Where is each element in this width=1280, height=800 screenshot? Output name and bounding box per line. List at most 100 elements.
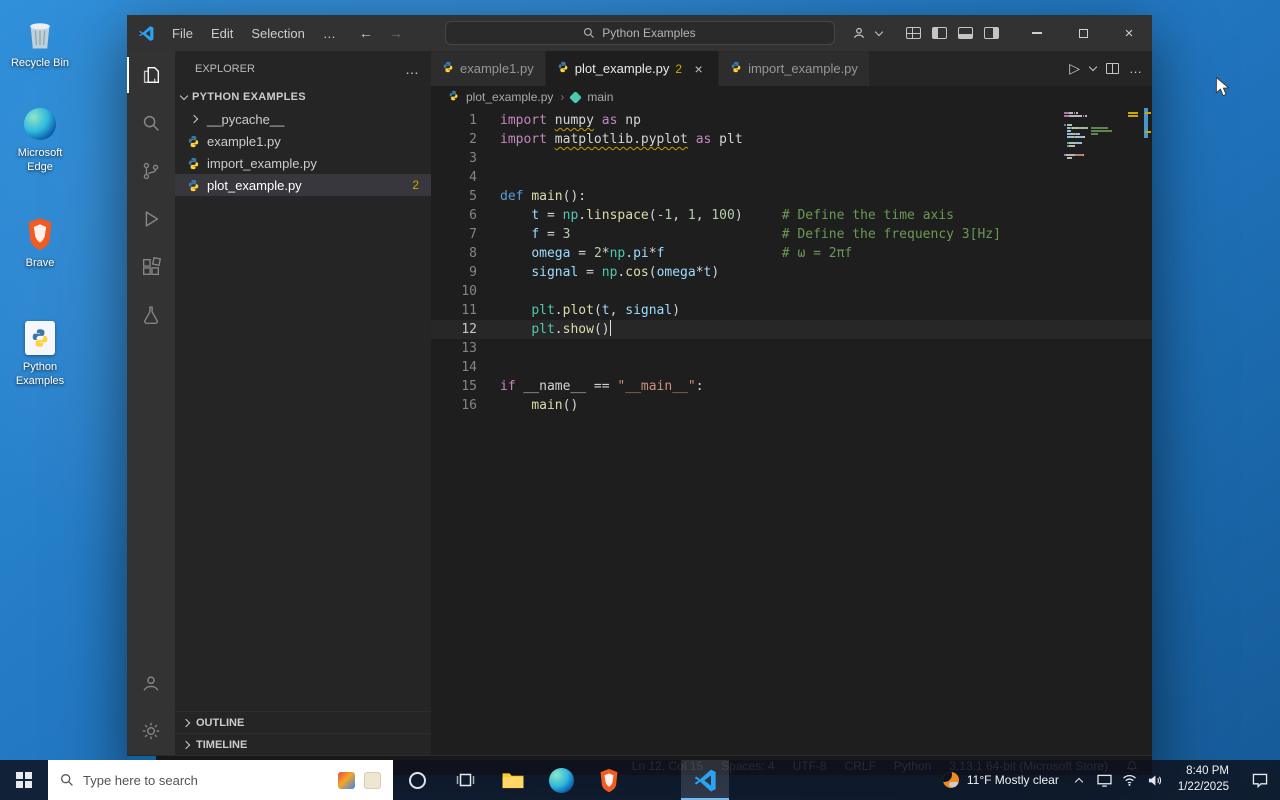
vscode-window: File Edit Selection … ← → Python Example… (127, 15, 1152, 775)
code-line-11[interactable]: 11 plt.plot(t, signal) (431, 301, 1152, 320)
code-line-6[interactable]: 6 t = np.linspace(-1, 1, 100) # Define t… (431, 206, 1152, 225)
editor-more-actions-button[interactable]: … (1129, 61, 1142, 76)
layout-grid-button[interactable] (900, 20, 926, 46)
code-line-14[interactable]: 14 (431, 358, 1152, 377)
explorer-actions-button[interactable]: … (405, 61, 419, 77)
breadcrumb-separator: › (560, 90, 565, 104)
code-line-4[interactable]: 4 (431, 168, 1152, 187)
toggle-panel-button[interactable] (952, 20, 978, 46)
toggle-sidebar-left-button[interactable] (926, 20, 952, 46)
taskbar-search[interactable]: Type here to search (48, 760, 393, 800)
minimap-line (1064, 154, 1138, 156)
overview-ruler[interactable] (1139, 108, 1152, 755)
minimap-line (1064, 151, 1138, 153)
split-editor-button[interactable] (1106, 63, 1119, 74)
tree-item-plot-example[interactable]: plot_example.py 2 (175, 174, 431, 196)
code-line-8[interactable]: 8 omega = 2*np.pi*f # ω = 2πf (431, 244, 1152, 263)
source-control-icon[interactable] (127, 147, 175, 195)
weather-widget[interactable]: 11°F Mostly clear (935, 760, 1067, 800)
code-line-13[interactable]: 13 (431, 339, 1152, 358)
vscode-logo-icon (138, 25, 155, 42)
editor-body[interactable]: 1 import numpy as np 2 import matplotlib.py… (431, 108, 1152, 755)
desktop-icon-brave[interactable]: Brave (4, 216, 76, 271)
timeline-panel-header[interactable]: TIMELINE (175, 733, 431, 755)
clock[interactable]: 8:40 PM 1/22/2025 (1167, 760, 1240, 800)
tree-item-example1[interactable]: example1.py (175, 130, 431, 152)
testing-icon[interactable] (127, 291, 175, 339)
code-lines[interactable]: 1 import numpy as np 2 import matplotlib.py… (431, 108, 1152, 755)
minimize-button[interactable] (1014, 15, 1060, 51)
tab-plot-example[interactable]: plot_example.py 2 × (545, 51, 720, 86)
menu-edit[interactable]: Edit (202, 15, 242, 51)
line-content: if __name__ == "__main__": (500, 379, 704, 394)
search-highlight-icon[interactable] (338, 771, 355, 789)
brave-icon (22, 216, 58, 252)
hidden-icons-button[interactable] (1067, 760, 1092, 800)
search-highlight-icon-2[interactable] (364, 771, 381, 789)
run-python-file-button[interactable]: ▷ (1069, 60, 1080, 77)
tree-item-pycache[interactable]: __pycache__ (175, 108, 431, 130)
breadcrumb-file[interactable]: plot_example.py (466, 90, 553, 104)
account-icon[interactable] (127, 659, 175, 707)
account-dropdown[interactable] (846, 20, 872, 46)
code-line-1[interactable]: 1 import numpy as np (431, 111, 1152, 130)
edge-taskbar-button[interactable] (537, 760, 585, 800)
explorer-icon[interactable] (127, 51, 175, 99)
tab-close-button[interactable]: × (690, 61, 707, 77)
display-tray-icon[interactable] (1092, 760, 1117, 800)
back-button[interactable]: ← (359, 25, 373, 41)
python-file-icon (185, 179, 202, 192)
cortana-button[interactable] (393, 760, 441, 800)
desktop-icon-recycle-bin[interactable]: Recycle Bin (4, 16, 76, 71)
search-sidebar-icon[interactable] (127, 99, 175, 147)
settings-gear-icon[interactable] (127, 707, 175, 755)
command-center-label: Python Examples (602, 26, 696, 40)
chevron-right-icon (181, 740, 191, 749)
code-line-5[interactable]: 5 def main(): (431, 187, 1152, 206)
tab-example1[interactable]: example1.py (431, 51, 546, 86)
run-dropdown-chevron-icon[interactable] (1088, 62, 1098, 72)
chevron-down-icon (872, 20, 886, 46)
desktop-icon-python-examples[interactable]: Python Examples (4, 320, 76, 389)
menu-overflow[interactable]: … (314, 15, 345, 51)
forward-button[interactable]: → (389, 25, 403, 41)
chevron-right-icon (181, 718, 191, 727)
run-debug-icon[interactable] (127, 195, 175, 243)
command-center-search[interactable]: Python Examples (444, 21, 835, 45)
code-line-9[interactable]: 9 signal = np.cos(omega*t) (431, 263, 1152, 282)
line-number: 15 (461, 379, 477, 394)
code-line-12[interactable]: 12 plt.show() (431, 320, 1152, 339)
close-button[interactable]: × (1106, 15, 1152, 51)
volume-icon[interactable] (1142, 760, 1167, 800)
tab-import-example[interactable]: import_example.py (719, 51, 870, 86)
code-line-10[interactable]: 10 (431, 282, 1152, 301)
menu-selection[interactable]: Selection (242, 15, 313, 51)
tree-item-import-example[interactable]: import_example.py (175, 152, 431, 174)
action-center-button[interactable] (1240, 760, 1280, 800)
task-view-button[interactable] (441, 760, 489, 800)
minimap-line (1064, 112, 1138, 114)
breadcrumb-symbol[interactable]: main (587, 90, 613, 104)
workspace-section-header[interactable]: PYTHON EXAMPLES (175, 86, 431, 108)
line-content: f = 3 # Define the frequency 3[Hz] (531, 227, 1001, 242)
code-line-2[interactable]: 2 import matplotlib.pyplot as plt (431, 130, 1152, 149)
chevron-right-icon (185, 114, 202, 124)
start-button[interactable] (0, 760, 48, 800)
code-line-3[interactable]: 3 (431, 149, 1152, 168)
vscode-taskbar-button[interactable] (681, 760, 729, 800)
weather-icon (942, 772, 959, 788)
outline-panel-header[interactable]: OUTLINE (175, 711, 431, 733)
menu-file[interactable]: File (163, 15, 202, 51)
file-explorer-button[interactable] (489, 760, 537, 800)
desktop-icon-edge[interactable]: Microsoft Edge (4, 106, 76, 175)
code-line-15[interactable]: 15 if __name__ == "__main__": (431, 377, 1152, 396)
network-wifi-icon[interactable] (1117, 760, 1142, 800)
code-line-7[interactable]: 7 f = 3 # Define the frequency 3[Hz] (431, 225, 1152, 244)
line-content: main() (531, 398, 579, 413)
maximize-button[interactable] (1060, 15, 1106, 51)
extensions-icon[interactable] (127, 243, 175, 291)
minimap[interactable] (1064, 112, 1138, 160)
code-line-16[interactable]: 16 main() (431, 396, 1152, 415)
toggle-sidebar-right-button[interactable] (978, 20, 1004, 46)
brave-taskbar-button[interactable] (585, 760, 633, 800)
